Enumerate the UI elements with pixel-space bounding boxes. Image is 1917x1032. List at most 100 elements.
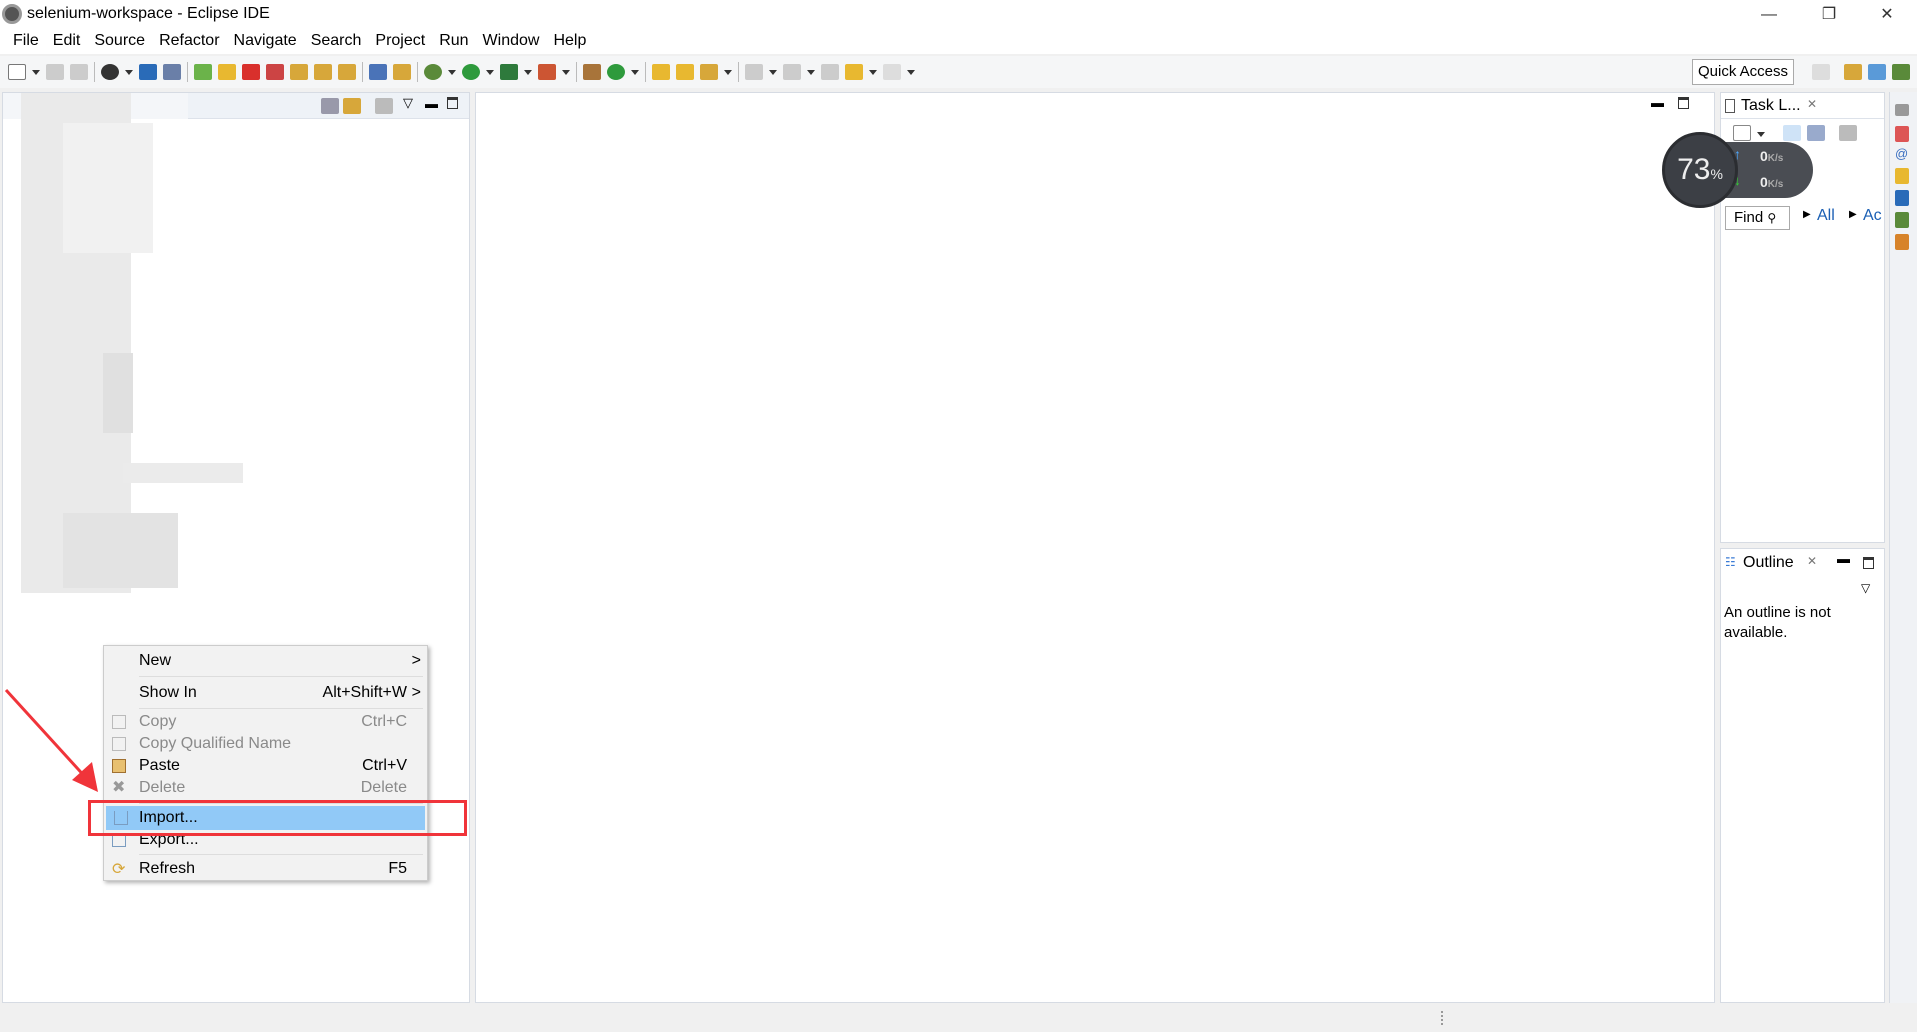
menu-item-show-in[interactable]: Show In Alt+Shift+W > xyxy=(104,681,427,705)
all-link[interactable]: All xyxy=(1817,207,1835,225)
new-task-dropdown-icon[interactable] xyxy=(1757,132,1765,137)
search-icon[interactable] xyxy=(700,64,718,80)
step-into-icon[interactable] xyxy=(290,64,308,80)
debug-perspective-icon[interactable] xyxy=(1844,64,1862,80)
menu-refactor[interactable]: Refactor xyxy=(152,30,226,54)
new-task-icon[interactable] xyxy=(1733,125,1751,141)
new-class-dropdown-icon[interactable] xyxy=(631,69,639,75)
menu-item-refresh[interactable]: ⟳ Refresh F5 xyxy=(104,857,427,881)
java-perspective-icon[interactable] xyxy=(1868,64,1886,80)
close-button[interactable]: ✕ xyxy=(1864,2,1910,28)
step-return-icon[interactable] xyxy=(338,64,356,80)
minimize-editor-icon[interactable]: ▬ xyxy=(1651,95,1664,110)
search-dropdown-icon[interactable] xyxy=(724,69,732,75)
forward-icon[interactable] xyxy=(883,64,901,80)
dropdown-icon[interactable] xyxy=(769,69,777,75)
menu-navigate[interactable]: Navigate xyxy=(227,30,304,54)
minimize-button[interactable]: — xyxy=(1746,2,1792,28)
dropdown-icon[interactable] xyxy=(807,69,815,75)
step-filters-icon[interactable] xyxy=(393,64,411,80)
new-java-class-icon[interactable] xyxy=(607,64,625,80)
menu-file[interactable]: File xyxy=(6,30,46,54)
forward-dropdown-icon[interactable] xyxy=(907,69,915,75)
tab-outline[interactable]: Outline xyxy=(1743,554,1794,572)
suspend-icon[interactable] xyxy=(218,64,236,80)
dropdown-icon[interactable] xyxy=(125,69,133,75)
save-icon[interactable] xyxy=(46,64,64,80)
external-tools-dropdown-icon[interactable] xyxy=(562,69,570,75)
coverage-dropdown-icon[interactable] xyxy=(524,69,532,75)
maximize-editor-icon[interactable] xyxy=(1678,97,1689,109)
menu-window[interactable]: Window xyxy=(476,30,547,54)
menu-item-new[interactable]: New > xyxy=(104,649,427,673)
close-tab-icon[interactable]: ✕ xyxy=(1807,554,1817,568)
skip-breakpoints-icon[interactable] xyxy=(163,64,181,80)
external-tools-icon[interactable] xyxy=(538,64,556,80)
other-view-icon[interactable] xyxy=(1895,234,1909,250)
minimize-view-icon[interactable]: ▬ xyxy=(1837,551,1850,566)
drop-to-frame-icon[interactable] xyxy=(369,64,387,80)
menu-source[interactable]: Source xyxy=(87,30,152,54)
tab-task-list[interactable]: Task L... xyxy=(1741,97,1801,115)
link-with-editor-icon[interactable] xyxy=(343,98,361,114)
menu-edit[interactable]: Edit xyxy=(46,30,88,54)
last-edit-location-icon[interactable] xyxy=(821,64,839,80)
terminal-icon[interactable] xyxy=(139,64,157,80)
activate-link[interactable]: Ac xyxy=(1863,207,1882,225)
debug-icon[interactable] xyxy=(424,64,442,80)
menu-search[interactable]: Search xyxy=(304,30,369,54)
console-icon[interactable] xyxy=(1895,190,1909,206)
minimize-view-icon[interactable]: ▬ xyxy=(425,96,438,111)
restore-button[interactable]: ❐ xyxy=(1806,2,1852,28)
focus-icon[interactable] xyxy=(375,98,393,114)
menu-help[interactable]: Help xyxy=(546,30,593,54)
scheduled-icon[interactable] xyxy=(1807,125,1825,141)
menu-item-copy[interactable]: Copy Ctrl+C xyxy=(104,710,427,734)
close-tab-icon[interactable]: ✕ xyxy=(1807,97,1817,111)
maximize-view-icon[interactable] xyxy=(447,97,458,109)
resume-icon[interactable] xyxy=(194,64,212,80)
declaration-icon[interactable] xyxy=(1895,168,1909,184)
step-over-icon[interactable] xyxy=(314,64,332,80)
debug-dropdown-icon[interactable] xyxy=(448,69,456,75)
run-icon[interactable] xyxy=(462,64,480,80)
open-task-icon[interactable] xyxy=(676,64,694,80)
next-annotation-icon[interactable] xyxy=(745,64,763,80)
open-type-icon[interactable] xyxy=(652,64,670,80)
gauge-percent: 73 xyxy=(1677,153,1711,186)
javadoc-icon[interactable]: @ xyxy=(1895,146,1908,161)
new-dropdown-icon[interactable] xyxy=(32,69,40,75)
save-all-icon[interactable] xyxy=(70,64,88,80)
disconnect-icon[interactable] xyxy=(266,64,284,80)
menu-item-paste[interactable]: Paste Ctrl+V xyxy=(104,754,427,778)
user-icon[interactable] xyxy=(101,64,119,80)
back-icon[interactable] xyxy=(845,64,863,80)
open-perspective-icon[interactable] xyxy=(1812,64,1830,80)
menu-run[interactable]: Run xyxy=(432,30,475,54)
memory-usage-gauge[interactable]: 73% xyxy=(1662,132,1738,208)
problems-icon[interactable] xyxy=(1895,126,1909,142)
find-input[interactable]: Find ⚲ xyxy=(1725,206,1790,230)
menu-item-delete[interactable]: ✖ Delete Delete xyxy=(104,776,427,800)
quick-access-input[interactable]: Quick Access xyxy=(1692,59,1794,85)
new-icon[interactable] xyxy=(8,64,26,80)
view-menu-icon[interactable]: ▽ xyxy=(1861,581,1870,595)
debug-bug-icon[interactable] xyxy=(1892,64,1910,80)
item-label: Copy xyxy=(139,713,177,730)
maximize-view-icon[interactable] xyxy=(1863,557,1874,569)
collapse-all-icon[interactable] xyxy=(321,98,339,114)
arrow-shaft xyxy=(4,688,90,782)
debug-icon[interactable] xyxy=(1895,212,1909,228)
new-java-package-icon[interactable] xyxy=(583,64,601,80)
categorized-icon[interactable] xyxy=(1783,125,1801,141)
menu-item-copy-qualified-name[interactable]: Copy Qualified Name xyxy=(104,732,427,756)
view-menu-icon[interactable]: ▽ xyxy=(403,95,413,111)
terminate-icon[interactable] xyxy=(242,64,260,80)
back-dropdown-icon[interactable] xyxy=(869,69,877,75)
restore-icon[interactable] xyxy=(1895,104,1909,116)
previous-annotation-icon[interactable] xyxy=(783,64,801,80)
menu-project[interactable]: Project xyxy=(368,30,432,54)
run-dropdown-icon[interactable] xyxy=(486,69,494,75)
focus-icon[interactable] xyxy=(1839,125,1857,141)
coverage-icon[interactable] xyxy=(500,64,518,80)
